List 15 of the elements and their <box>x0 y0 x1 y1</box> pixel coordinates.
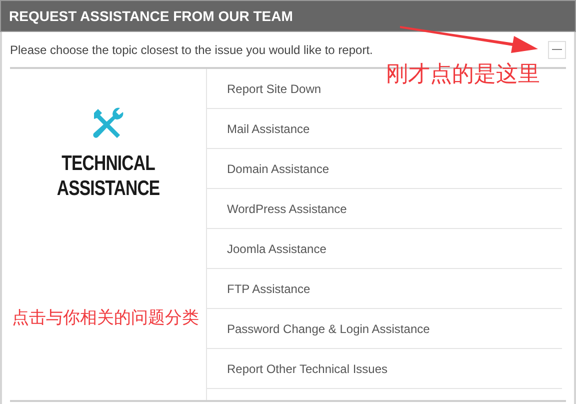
category-title: TECHNICAL ASSISTANCE <box>56 151 160 201</box>
topic-link[interactable]: Report Other Technical Issues <box>227 360 388 378</box>
topic-link[interactable]: WordPress Assistance <box>227 200 347 218</box>
panel-title: REQUEST ASSISTANCE FROM OUR TEAM <box>9 6 293 26</box>
annotation-text: 刚才点的是这里 <box>386 61 540 89</box>
topic-link[interactable]: Password Change & Login Assistance <box>227 320 430 338</box>
topic-link[interactable]: FTP Assistance <box>227 280 310 298</box>
intro-text: Please choose the topic closest to the issue you would like to report. <box>10 42 373 58</box>
annotation-text: 点击与你相关的问题分类 <box>12 307 199 330</box>
topic-link[interactable]: Report Site Down <box>227 80 322 98</box>
topic-link[interactable]: Domain Assistance <box>227 160 330 178</box>
tools-icon <box>90 105 126 141</box>
topic-link[interactable]: Joomla Assistance <box>227 240 326 258</box>
collapse-button[interactable]: — <box>548 40 566 58</box>
topic-link[interactable]: Mail Assistance <box>227 120 310 138</box>
